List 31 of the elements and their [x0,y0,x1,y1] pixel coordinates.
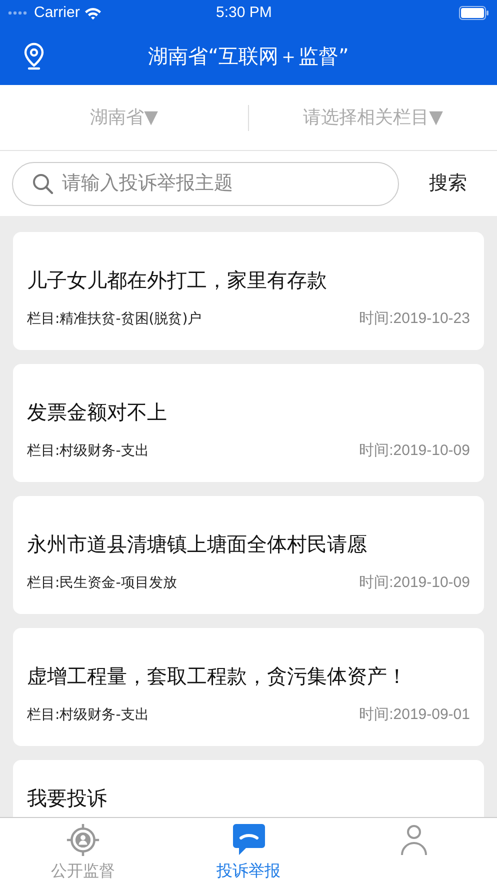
date-label: 时间:2019-10-23 [359,309,470,329]
page-title: 湖南省“互联网＋监督” [148,42,349,70]
carrier-name: Carrier [34,2,80,23]
wifi-icon [84,6,102,20]
search-input[interactable]: 请输入投诉举报主题 [62,169,379,198]
category-label: 栏目:村级财务-支出 [27,706,149,725]
complaint-card[interactable]: 我要投诉 [13,760,484,817]
complaint-card[interactable]: 虚增工程量，套取工程款，贪污集体资产！ 栏目:村级财务-支出 时间:2019-09-01 [13,628,484,746]
category-label: 栏目:精准扶贫-贫困(脱贫)户 [27,310,202,329]
date-label: 时间:2019-10-09 [359,573,470,593]
complaint-card[interactable]: 永州市道县清塘镇上塘面全体村民请愿 栏目:民生资金-项目发放 时间:2019-10-09 [13,496,484,614]
complaint-title: 虚增工程量，套取工程款，贪污集体资产！ [27,663,408,690]
search-field[interactable]: 请输入投诉举报主题 [12,162,399,206]
date-label: 时间:2019-09-01 [359,705,470,725]
complaint-title: 我要投诉 [27,785,108,812]
status-time: 5:30 PM [216,2,272,23]
date-label: 时间:2019-10-09 [359,441,470,461]
target-person-icon [64,823,101,857]
category-label: 栏目:民生资金-项目发放 [27,574,177,593]
tab-item[interactable]: 投诉举报 [166,818,332,883]
search-icon [32,172,54,194]
search-button[interactable]: 搜索 [411,169,485,198]
complaint-card[interactable]: 儿子女儿都在外打工，家里有存款 栏目:精准扶贫-贫困(脱贫)户 时间:2019-10-23 [13,232,484,350]
complaint-title: 永州市道县清塘镇上塘面全体村民请愿 [27,531,368,558]
chat-bubble-icon [232,823,266,857]
complaint-title: 发票金额对不上 [27,399,168,426]
location-pin-icon[interactable] [23,42,45,70]
complaint-card[interactable]: 发票金额对不上 栏目:村级财务-支出 时间:2019-10-09 [13,364,484,482]
complaint-title: 儿子女儿都在外打工，家里有存款 [27,267,328,294]
category-label: 栏目:村级财务-支出 [27,442,149,461]
battery-icon [459,6,489,20]
